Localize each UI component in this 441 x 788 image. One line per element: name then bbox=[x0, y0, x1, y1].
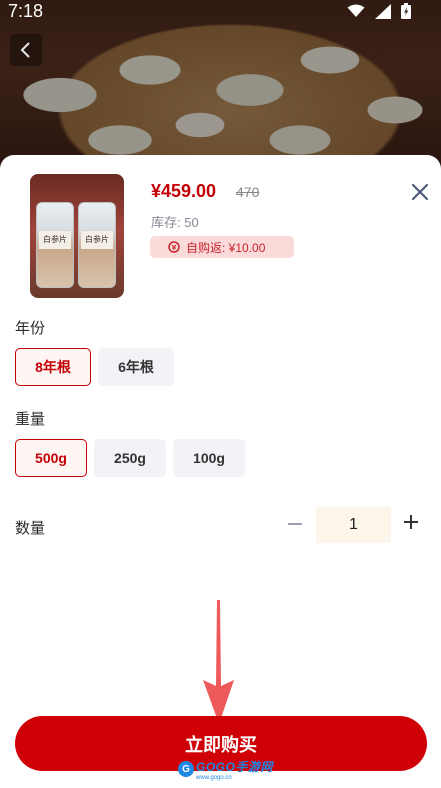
product-price: ¥459.00 bbox=[151, 181, 217, 201]
quantity-value[interactable]: 1 bbox=[316, 507, 391, 543]
option-year-8[interactable]: 8年根 bbox=[15, 348, 91, 386]
product-jar: 白参片 bbox=[36, 202, 74, 288]
stock-count: 库存: 50 bbox=[151, 215, 199, 230]
wifi-icon bbox=[347, 4, 365, 17]
rebate-text: 自购返: ¥10.00 bbox=[186, 240, 266, 255]
year-label: 年份 bbox=[15, 320, 46, 337]
rebate-badge: 自购返: ¥10.00 bbox=[150, 236, 294, 258]
plus-icon[interactable] bbox=[402, 513, 420, 531]
back-button[interactable] bbox=[10, 34, 42, 66]
arrow-down-icon bbox=[203, 600, 234, 724]
jar-label: 白参片 bbox=[39, 231, 71, 249]
option-weight-500g[interactable]: 500g bbox=[15, 439, 87, 477]
watermark-sub: www.gogo.cn bbox=[196, 774, 232, 781]
status-icons bbox=[347, 3, 411, 19]
product-photo bbox=[0, 0, 441, 170]
option-year-6[interactable]: 6年根 bbox=[98, 348, 174, 386]
close-icon[interactable] bbox=[410, 182, 430, 202]
watermark-logo-icon: G bbox=[178, 761, 194, 777]
signal-icon bbox=[375, 3, 391, 19]
option-weight-250g[interactable]: 250g bbox=[94, 439, 166, 477]
jar-label: 白参片 bbox=[81, 231, 113, 249]
watermark-text: GOGO手游网 bbox=[196, 759, 273, 774]
battery-icon bbox=[401, 3, 411, 19]
product-thumbnail: 白参片 白参片 bbox=[30, 174, 124, 298]
product-jar: 白参片 bbox=[78, 202, 116, 288]
status-bar: 7:18 bbox=[0, 0, 441, 24]
sku-selector-sheet: 白参片 白参片 ¥459.00 470 库存: 50 自购返: ¥10.00 年… bbox=[0, 155, 441, 788]
option-weight-100g[interactable]: 100g bbox=[173, 439, 245, 477]
original-price: 470 bbox=[236, 184, 260, 200]
coin-icon bbox=[168, 241, 180, 253]
chevron-left-icon bbox=[20, 42, 30, 58]
minus-icon[interactable] bbox=[286, 512, 304, 536]
weight-label: 重量 bbox=[15, 411, 46, 428]
watermark: G GOGO手游网 www.gogo.cn bbox=[178, 759, 273, 781]
photo-overlay bbox=[0, 0, 441, 170]
status-time: 7:18 bbox=[8, 1, 44, 21]
quantity-label: 数量 bbox=[15, 520, 46, 537]
